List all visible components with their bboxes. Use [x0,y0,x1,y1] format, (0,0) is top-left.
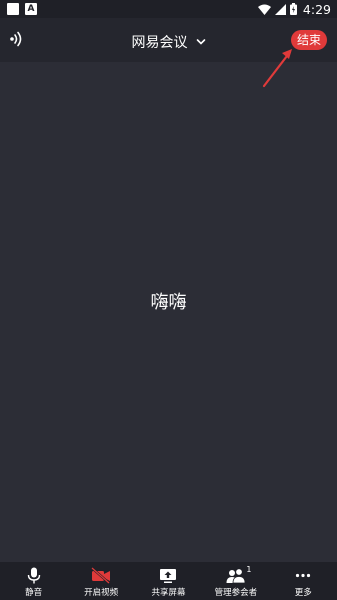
meeting-title-text: 网易会议 [131,35,188,51]
status-right: 4:29 [257,1,331,17]
notification-a-icon: A [25,3,37,15]
start-video-label: 开启视频 [84,588,119,598]
battery-icon [289,3,297,15]
status-left: A [7,3,37,15]
mute-label: 静音 [25,588,43,598]
start-video-button[interactable]: 开启视频 [68,567,135,598]
signal-icon [274,3,286,15]
video-off-icon [91,567,111,584]
microphone-icon [27,567,40,584]
status-bar: A 4:29 [0,0,337,18]
bottom-toolbar: 静音 开启视频 共享屏幕 1 管理参会者 更多 [0,562,337,600]
meeting-screen: A 4:29 网易会议 结束 嗨嗨 静音 开启视频 共享屏幕 1 管理参会者 更… [0,0,337,600]
more-label: 更多 [294,588,312,598]
more-button[interactable]: 更多 [270,567,337,598]
share-screen-label: 共享屏幕 [151,588,186,598]
manage-participants-label: 管理参会者 [214,588,258,598]
manage-participants-button[interactable]: 1 管理参会者 [202,565,269,598]
share-screen-button[interactable]: 共享屏幕 [135,567,202,598]
more-icon [296,573,311,578]
participants-icon [226,568,246,584]
screen-share-icon [160,569,177,583]
notification-icon [7,3,19,15]
participant-name: 嗨嗨 [150,292,187,313]
wifi-icon [257,4,271,15]
annotation-arrow-icon [262,49,292,88]
participant-count-badge: 1 [246,565,252,574]
chevron-down-icon [196,39,205,45]
status-time: 4:29 [302,1,331,17]
mute-button[interactable]: 静音 [0,567,67,598]
